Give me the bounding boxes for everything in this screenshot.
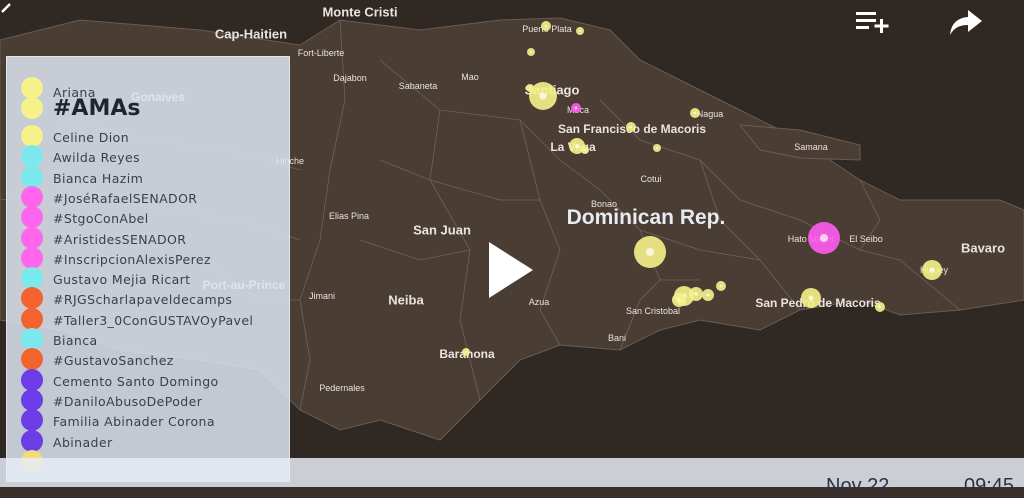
- city-label: San Cristobal: [626, 306, 680, 316]
- map-bubble-center: [574, 106, 578, 110]
- legend-item-label: Gustavo Mejia Ricart: [53, 272, 191, 288]
- map-bubble-center: [808, 295, 814, 301]
- map-bubble-center: [629, 125, 633, 129]
- map-bubble-center: [656, 147, 658, 149]
- legend-dot: [21, 145, 43, 168]
- map-bubble-center: [820, 234, 828, 242]
- city-label: Sabaneta: [399, 81, 438, 91]
- legend-dot: [21, 267, 43, 290]
- legend-item-label: #RJGScharlapaveldecamps: [53, 292, 233, 308]
- legend-item-label: #JoséRafaelSENADOR: [53, 190, 198, 206]
- map-bubble-center: [677, 298, 681, 302]
- map-bubble-center: [530, 51, 532, 53]
- legend-item-label: #StgoConAbel: [53, 211, 149, 227]
- legend-dot: [21, 348, 43, 371]
- map-bubble-center: [706, 293, 710, 297]
- legend-dot: [21, 206, 43, 229]
- legend-item-label: Cemento Santo Domingo: [53, 373, 219, 389]
- city-label: Cotui: [640, 174, 661, 184]
- legend-item-label: Bianca Hazim: [53, 170, 144, 186]
- legend-item-label: #GustavoSanchez: [53, 353, 174, 369]
- legend-header-dot: [21, 77, 43, 99]
- city-label: Bavaro: [961, 241, 1005, 256]
- map-bubble-center: [544, 24, 548, 28]
- legend-item-label: Bianca: [53, 333, 98, 348]
- city-label: Nagua: [697, 109, 724, 119]
- legend-dot: [21, 328, 43, 350]
- city-label: San Juan: [413, 223, 471, 238]
- legend-item-label: #DaniloAbusoDePoder: [53, 393, 203, 409]
- legend-item-label: #Taller3_0ConGUSTAVOyPavel: [53, 312, 254, 328]
- city-label: Elias Pina: [329, 211, 369, 221]
- map-bubble-center: [584, 149, 586, 151]
- legend-item-label: Abinader: [53, 434, 113, 450]
- map-bubble-center: [719, 284, 723, 288]
- city-label: Fort-Liberte: [298, 48, 345, 58]
- playlist-add-icon[interactable]: [852, 6, 892, 38]
- city-label: Neiba: [388, 293, 424, 308]
- map-bubble-center: [878, 305, 882, 309]
- map-bubble-center: [579, 30, 581, 32]
- city-label: Bani: [608, 333, 626, 343]
- map-bubble-center: [693, 111, 697, 115]
- legend-dot: [21, 165, 43, 188]
- legend-dot: [21, 388, 43, 411]
- legend-item-label: #InscripcionAlexisPerez: [53, 251, 211, 267]
- map-bubble-center: [929, 267, 935, 273]
- legend-item-label: Awilda Reyes: [53, 150, 140, 166]
- legend-item-label: Celine Dion: [53, 130, 130, 145]
- legend-dot: [21, 409, 43, 432]
- city-label: Pedernales: [319, 383, 365, 393]
- map-bubble-center: [694, 292, 698, 296]
- legend-title: #AMAs: [53, 96, 141, 121]
- legend-dot: [21, 246, 43, 269]
- legend-dot: [21, 368, 43, 391]
- city-label: Mao: [461, 72, 479, 82]
- legend-dot: [21, 185, 43, 208]
- city-label: Dajabon: [333, 73, 367, 83]
- legend-dot: [21, 287, 43, 310]
- play-icon[interactable]: [486, 240, 536, 300]
- legend-dot: [21, 226, 43, 249]
- legend-header-dot: [21, 97, 43, 119]
- map-bubble-center: [575, 144, 579, 148]
- legend-item-label: Familia Abinader Corona: [53, 414, 215, 430]
- map-bubble-center: [539, 92, 547, 100]
- legend-dot: [21, 429, 43, 452]
- legend-item-label: #AristidesSENADOR: [53, 231, 187, 247]
- city-label: Jimani: [309, 291, 335, 301]
- city-label: Samana: [794, 142, 828, 152]
- back-icon[interactable]: [0, 0, 14, 16]
- city-label: Monte Cristi: [322, 5, 397, 20]
- map-bubble-center: [646, 248, 654, 256]
- legend-dot: [21, 307, 43, 330]
- share-icon[interactable]: [946, 6, 986, 38]
- city-label: El Seibo: [849, 234, 883, 244]
- country-label: Dominican Rep.: [567, 206, 726, 229]
- map-bubble-center: [465, 351, 467, 353]
- map-bubble-center: [529, 87, 531, 89]
- legend-panel: Ariana #AMAs Celine Dion Awilda Reyes Bian…: [6, 56, 290, 482]
- legend-dot: [21, 125, 43, 147]
- city-label: Cap-Haitien: [215, 27, 287, 42]
